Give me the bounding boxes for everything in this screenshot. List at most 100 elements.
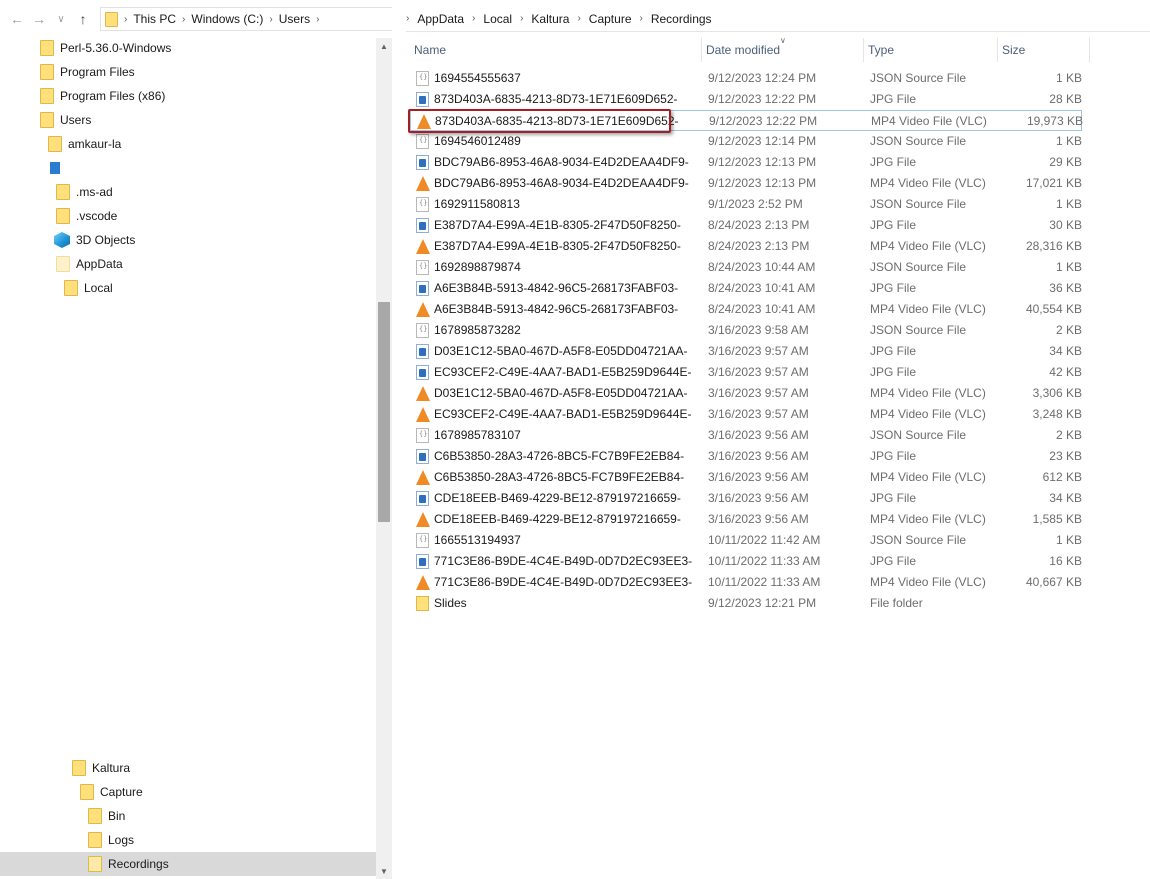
json-file-icon <box>416 260 429 275</box>
column-header-label: Date modified <box>706 43 781 57</box>
image-file-icon <box>416 554 429 569</box>
file-row[interactable]: C6B53850-28A3-4726-8BC5-FC7B9FE2EB84- 3/1… <box>410 446 1082 467</box>
column-header-size[interactable]: Size <box>998 38 1090 62</box>
file-type: MP4 Video File (VLC) <box>870 176 986 190</box>
tree-item-perl[interactable]: Perl-5.36.0-Windows <box>40 36 171 60</box>
breadcrumb-kaltura[interactable]: Kaltura <box>523 12 577 26</box>
file-row[interactable]: D03E1C12-5BA0-467D-A5F8-E05DD04721AA- 3/1… <box>410 383 1082 404</box>
file-type: JPG File <box>870 155 917 169</box>
tree-item-appdata[interactable]: AppData <box>56 252 123 276</box>
file-row[interactable]: 1665513194937 10/11/2022 11:42 AM JSON Sou… <box>410 530 1082 551</box>
file-row[interactable]: 1678985783107 3/16/2023 9:56 AM JSON Sourc… <box>410 425 1082 446</box>
file-name: 1678985783107 <box>434 428 521 442</box>
file-date: 3/16/2023 9:57 AM <box>708 386 809 400</box>
scroll-up-arrow-icon[interactable]: ▲ <box>376 38 392 54</box>
file-date: 9/12/2023 12:21 PM <box>708 596 817 610</box>
file-row[interactable]: 771C3E86-B9DE-4C4E-B49D-0D7D2EC93EE3- 10/… <box>410 551 1082 572</box>
file-row[interactable]: C6B53850-28A3-4726-8BC5-FC7B9FE2EB84- 3/1… <box>410 467 1082 488</box>
file-row[interactable]: BDC79AB6-8953-46A8-9034-E4D2DEAA4DF9- 9/1… <box>410 152 1082 173</box>
file-row[interactable]: 873D403A-6835-4213-8D73-1E71E609D652- 9/1… <box>410 89 1082 110</box>
scroll-down-arrow-icon[interactable]: ▼ <box>376 863 392 879</box>
file-date: 8/24/2023 10:44 AM <box>708 260 816 274</box>
tree-item-vscode[interactable]: .vscode <box>56 204 117 228</box>
file-size: 23 KB <box>1049 449 1082 463</box>
column-header-label: Name <box>414 43 447 57</box>
file-explorer-window: ← → ∨ ↑ › This PC › Windows (C:) › Users… <box>0 0 1150 879</box>
image-file-icon <box>416 491 429 506</box>
file-date: 3/16/2023 9:56 AM <box>708 512 809 526</box>
file-list: 1694554555637 9/12/2023 12:24 PM JSON Sour… <box>410 68 1083 614</box>
file-size: 36 KB <box>1049 281 1082 295</box>
file-type: JPG File <box>870 554 917 568</box>
file-name: A6E3B84B-5913-4842-96C5-268173FABF03- <box>434 302 679 316</box>
tree-item-kaltura[interactable]: Kaltura <box>72 756 130 780</box>
file-row[interactable]: 771C3E86-B9DE-4C4E-B49D-0D7D2EC93EE3- 10/… <box>410 572 1082 593</box>
tree-item-local[interactable]: Local <box>64 276 113 300</box>
tree-item-bin[interactable]: Bin <box>88 804 125 828</box>
file-name: 1692898879874 <box>434 260 521 274</box>
file-row[interactable]: 1678985873282 3/16/2023 9:58 AM JSON Sourc… <box>410 320 1082 341</box>
folder-icon <box>80 784 94 800</box>
file-date: 9/12/2023 12:13 PM <box>708 176 817 190</box>
tree-item-capture[interactable]: Capture <box>80 780 143 804</box>
breadcrumb-recordings[interactable]: Recordings <box>643 12 720 26</box>
breadcrumb-local[interactable]: Local <box>475 12 520 26</box>
folder-icon <box>48 136 62 152</box>
scrollbar-thumb[interactable] <box>378 302 390 522</box>
vlc-cone-icon <box>416 470 430 485</box>
image-file-icon <box>416 449 429 464</box>
file-date: 3/16/2023 9:57 AM <box>708 407 809 421</box>
file-size: 28 KB <box>1049 92 1082 106</box>
file-size: 1,585 KB <box>1032 512 1082 526</box>
file-row[interactable]: 1694554555637 9/12/2023 12:24 PM JSON Sour… <box>410 68 1082 89</box>
file-date: 8/24/2023 10:41 AM <box>708 302 816 316</box>
file-row[interactable]: Slides 9/12/2023 12:21 PM File folder <box>410 593 1082 614</box>
file-row[interactable]: E387D7A4-E99A-4E1B-8305-2F47D50F8250- 8/2… <box>410 215 1082 236</box>
file-type: JSON Source File <box>870 260 967 274</box>
file-row[interactable]: D03E1C12-5BA0-467D-A5F8-E05DD04721AA- 3/1… <box>410 341 1082 362</box>
file-date: 3/16/2023 9:57 AM <box>708 344 809 358</box>
file-name: Slides <box>434 596 467 610</box>
column-header-type[interactable]: Type <box>864 38 998 62</box>
file-row[interactable]: A6E3B84B-5913-4842-96C5-268173FABF03- 8/2… <box>410 299 1082 320</box>
tree-item-program-files-x86[interactable]: Program Files (x86) <box>40 84 165 108</box>
building-icon <box>50 162 60 174</box>
tree-item-logs[interactable]: Logs <box>88 828 134 852</box>
vlc-cone-icon <box>416 407 430 422</box>
file-type: JPG File <box>870 344 917 358</box>
file-row[interactable]: BDC79AB6-8953-46A8-9034-E4D2DEAA4DF9- 9/1… <box>410 173 1082 194</box>
file-size: 3,306 KB <box>1032 386 1082 400</box>
file-date: 9/12/2023 12:13 PM <box>708 155 817 169</box>
tree-item-amkaur-la[interactable]: amkaur-la <box>48 132 121 156</box>
tree-item-3d-objects[interactable]: 3D Objects <box>54 228 135 252</box>
tree-item-ms-ad[interactable]: .ms-ad <box>56 180 113 204</box>
file-row[interactable]: CDE18EEB-B469-4229-BE12-879197216659- 3/1… <box>410 509 1082 530</box>
file-size: 3,248 KB <box>1032 407 1082 421</box>
column-header-name[interactable]: Name <box>410 38 702 62</box>
column-header-label: Size <box>1002 43 1026 57</box>
file-row[interactable]: E387D7A4-E99A-4E1B-8305-2F47D50F8250- 8/2… <box>410 236 1082 257</box>
tree-scrollbar[interactable]: ▲ ▼ <box>376 38 392 879</box>
file-name: 1665513194937 <box>434 533 521 547</box>
file-row[interactable]: 1694546012489 9/12/2023 12:14 PM JSON Sour… <box>410 131 1082 152</box>
file-row[interactable]: 1692911580813 9/1/2023 2:52 PM JSON Source… <box>410 194 1082 215</box>
file-row[interactable]: 1692898879874 8/24/2023 10:44 AM JSON Sour… <box>410 257 1082 278</box>
file-type: File folder <box>870 596 923 610</box>
file-row[interactable]: EC93CEF2-C49E-4AA7-BAD1-E5B259D9644E- 3/1… <box>410 362 1082 383</box>
vlc-cone-icon <box>416 386 430 401</box>
folder-icon <box>40 112 54 128</box>
file-row[interactable]: A6E3B84B-5913-4842-96C5-268173FABF03- 8/2… <box>410 278 1082 299</box>
breadcrumb-capture[interactable]: Capture <box>581 12 640 26</box>
file-size: 1 KB <box>1055 533 1082 547</box>
tree-item-users[interactable]: Users <box>40 108 91 132</box>
breadcrumb-appdata[interactable]: AppData <box>409 12 472 26</box>
tree-item-recordings[interactable]: Recordings <box>0 852 376 876</box>
file-row[interactable]: EC93CEF2-C49E-4AA7-BAD1-E5B259D9644E- 3/1… <box>410 404 1082 425</box>
tree-item-organization[interactable] <box>50 156 60 180</box>
file-size: 1 KB <box>1055 71 1082 85</box>
right-address-bar[interactable]: › AppData › Local › Kaltura › Capture › … <box>406 6 1150 32</box>
vlc-cone-icon <box>416 176 430 191</box>
vlc-cone-icon <box>416 575 430 590</box>
file-row[interactable]: CDE18EEB-B469-4229-BE12-879197216659- 3/1… <box>410 488 1082 509</box>
tree-item-program-files[interactable]: Program Files <box>40 60 135 84</box>
